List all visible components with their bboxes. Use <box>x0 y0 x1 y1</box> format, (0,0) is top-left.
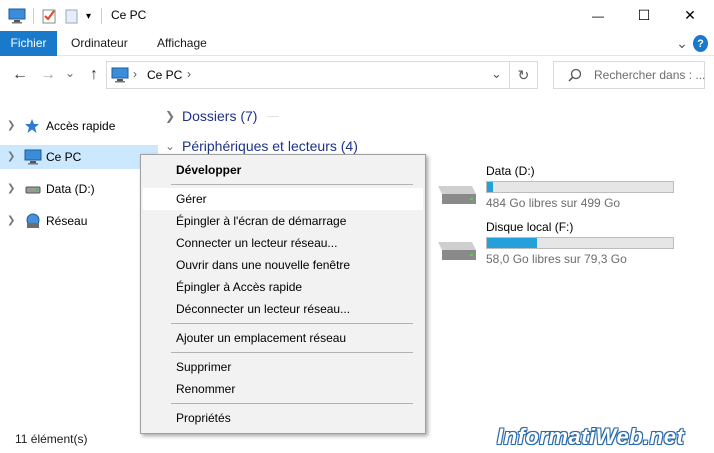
menu-separator <box>171 403 413 404</box>
close-icon: ✕ <box>684 7 696 23</box>
tab-fichier[interactable]: Fichier <box>0 31 57 56</box>
star-icon <box>24 118 42 134</box>
forward-button[interactable]: → <box>37 65 59 85</box>
help-icon[interactable]: ? <box>693 35 708 52</box>
context-menu: Développer Gérer Épingler à l'écran de dém… <box>140 154 426 434</box>
computer-icon <box>8 7 26 25</box>
recent-locations-button[interactable]: ⌄ <box>63 63 77 83</box>
watermark: InformatiWeb.net <box>497 424 685 449</box>
group-divider <box>267 115 280 117</box>
menu-item[interactable]: Déconnecter un lecteur réseau... <box>143 298 423 320</box>
chevron-right-icon[interactable]: ❯ <box>7 120 17 132</box>
drive-usage-bar <box>486 237 674 249</box>
group-dossiers[interactable]: ❯ Dossiers (7) <box>165 106 280 126</box>
drive-name: Disque local (F:) <box>486 220 574 234</box>
ribbon-collapse-icon[interactable]: ⌄ <box>675 35 689 52</box>
group-title: Dossiers (7) <box>182 108 258 124</box>
menu-item[interactable]: Épingler à Accès rapide <box>143 276 423 298</box>
menu-item[interactable]: Supprimer <box>143 356 423 378</box>
refresh-button[interactable]: ↻ <box>510 61 538 89</box>
ribbon-tabs: Fichier Ordinateur Affichage ⌄ ? <box>0 31 714 56</box>
computer-icon <box>24 149 42 165</box>
back-arrow-icon: ← <box>12 66 28 83</box>
menu-item[interactable]: Propriétés <box>143 407 423 429</box>
window-title: Ce PC <box>111 8 147 22</box>
drive-usage-fill <box>487 182 493 192</box>
chevron-down-icon: ⌄ <box>64 66 76 80</box>
breadcrumb-ce-pc[interactable]: Ce PC <box>147 68 182 82</box>
group-peripheriques[interactable]: ⌄ Périphériques et lecteurs (4) <box>165 136 358 156</box>
drive-data-d[interactable]: Data (D:) 484 Go libres sur 499 Go <box>434 164 674 214</box>
properties-icon[interactable] <box>41 7 57 25</box>
sidebar-item-data-d[interactable]: ❯ Data (D:) <box>0 177 158 201</box>
search-icon <box>568 68 582 85</box>
menu-item[interactable]: Gérer <box>143 188 423 210</box>
hard-drive-icon <box>434 178 478 211</box>
status-item-count: 11 élément(s) <box>15 432 88 446</box>
menu-item[interactable]: Renommer <box>143 378 423 400</box>
up-arrow-icon: ↑ <box>90 66 98 83</box>
hard-drive-icon <box>434 234 478 267</box>
search-input[interactable]: Rechercher dans : ... <box>594 68 705 82</box>
new-folder-icon[interactable] <box>64 7 80 25</box>
chevron-down-icon[interactable]: ⌄ <box>165 139 182 153</box>
drive-free-space: 484 Go libres sur 499 Go <box>486 196 621 210</box>
refresh-icon: ↻ <box>517 66 530 83</box>
address-bar[interactable]: › Ce PC › ⌄ <box>106 61 510 89</box>
sidebar-item-reseau[interactable]: ❯ Réseau <box>0 209 158 233</box>
up-button[interactable]: ↑ <box>83 65 105 85</box>
minimize-button[interactable]: — <box>575 0 621 31</box>
menu-item[interactable]: Connecter un lecteur réseau... <box>143 232 423 254</box>
title-bar: ▾ Ce PC — ☐ ✕ <box>0 0 714 31</box>
menu-separator <box>171 352 413 353</box>
tab-affichage[interactable]: Affichage <box>157 31 207 56</box>
group-title: Périphériques et lecteurs (4) <box>182 138 358 154</box>
drive-icon <box>24 181 42 197</box>
menu-item[interactable]: Épingler à l'écran de démarrage <box>143 210 423 232</box>
menu-item[interactable]: Développer <box>143 159 423 181</box>
drive-usage-fill <box>487 238 538 248</box>
drive-disque-local-f[interactable]: Disque local (F:) 58,0 Go libres sur 79,… <box>434 220 674 270</box>
address-dropdown-icon[interactable]: ⌄ <box>491 66 502 82</box>
computer-icon <box>111 67 129 86</box>
menu-separator <box>171 323 413 324</box>
chevron-right-icon[interactable]: ❯ <box>7 215 17 227</box>
network-icon <box>24 213 42 229</box>
sidebar-item-label: Data (D:) <box>46 182 95 196</box>
menu-item[interactable]: Ouvrir dans une nouvelle fenêtre <box>143 254 423 276</box>
breadcrumb-separator-icon[interactable]: › <box>187 67 191 81</box>
sidebar-item-label: Ce PC <box>46 150 82 164</box>
sidebar-item-label: Accès rapide <box>46 119 116 133</box>
customize-quick-access-icon[interactable]: ▾ <box>86 7 91 25</box>
tab-ordinateur[interactable]: Ordinateur <box>71 31 128 56</box>
search-box[interactable]: Rechercher dans : ... <box>553 61 705 89</box>
minimize-icon: — <box>592 8 604 23</box>
maximize-icon: ☐ <box>637 7 651 23</box>
back-button[interactable]: ← <box>9 65 31 85</box>
forward-arrow-icon: → <box>40 66 56 83</box>
drive-name: Data (D:) <box>486 164 535 178</box>
sidebar-item-label: Réseau <box>46 214 88 228</box>
menu-item[interactable]: Ajouter un emplacement réseau <box>143 327 423 349</box>
chevron-right-icon[interactable]: ❯ <box>165 109 182 123</box>
chevron-right-icon[interactable]: ❯ <box>7 183 17 195</box>
drive-usage-bar <box>486 181 674 193</box>
menu-separator <box>171 184 413 185</box>
sidebar-item-ce-pc[interactable]: ❯ Ce PC <box>0 145 158 169</box>
maximize-button[interactable]: ☐ <box>621 0 667 31</box>
close-button[interactable]: ✕ <box>667 0 713 31</box>
chevron-right-icon[interactable]: ❯ <box>7 151 17 163</box>
sidebar-item-acces-rapide[interactable]: ❯ Accès rapide <box>0 114 158 138</box>
drive-free-space: 58,0 Go libres sur 79,3 Go <box>486 252 627 266</box>
breadcrumb-separator-icon: › <box>133 67 137 81</box>
